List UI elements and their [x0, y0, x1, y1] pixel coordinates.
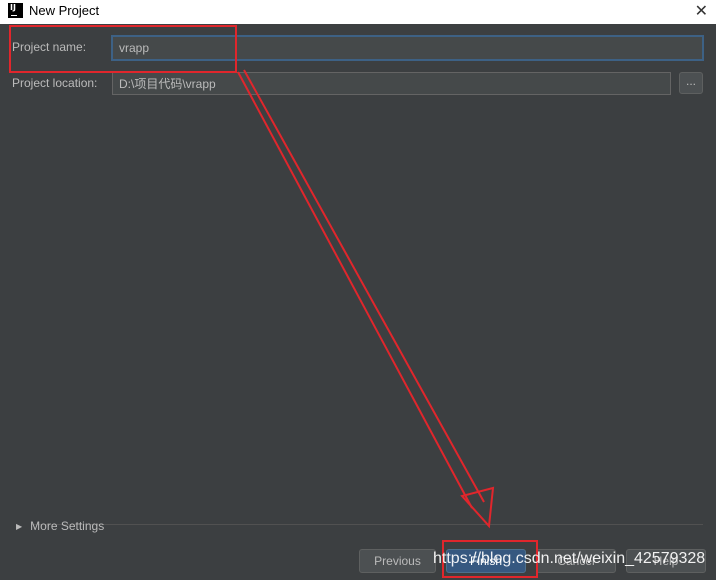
close-icon[interactable]: ✕ — [695, 1, 708, 21]
more-settings-separator — [31, 524, 703, 525]
more-settings-label: More Settings — [30, 519, 105, 533]
finish-button[interactable]: Finish — [446, 549, 526, 573]
title-bar: IJ New Project ✕ — [0, 0, 716, 24]
intellij-logo-icon: IJ — [8, 3, 23, 18]
expand-triangle-icon: ▶ — [16, 522, 23, 531]
help-button[interactable]: Help — [626, 549, 706, 573]
browse-button[interactable]: ... — [679, 72, 703, 94]
more-settings-toggle[interactable]: ▶ More Settings — [16, 519, 104, 533]
window-title: New Project — [29, 3, 100, 18]
previous-button[interactable]: Previous — [359, 549, 436, 573]
project-name-input[interactable] — [111, 35, 704, 61]
project-name-label: Project name: — [12, 40, 87, 54]
cancel-button[interactable]: Cancel — [536, 549, 616, 573]
project-location-input[interactable] — [112, 72, 671, 95]
project-location-label: Project location: — [12, 76, 98, 90]
